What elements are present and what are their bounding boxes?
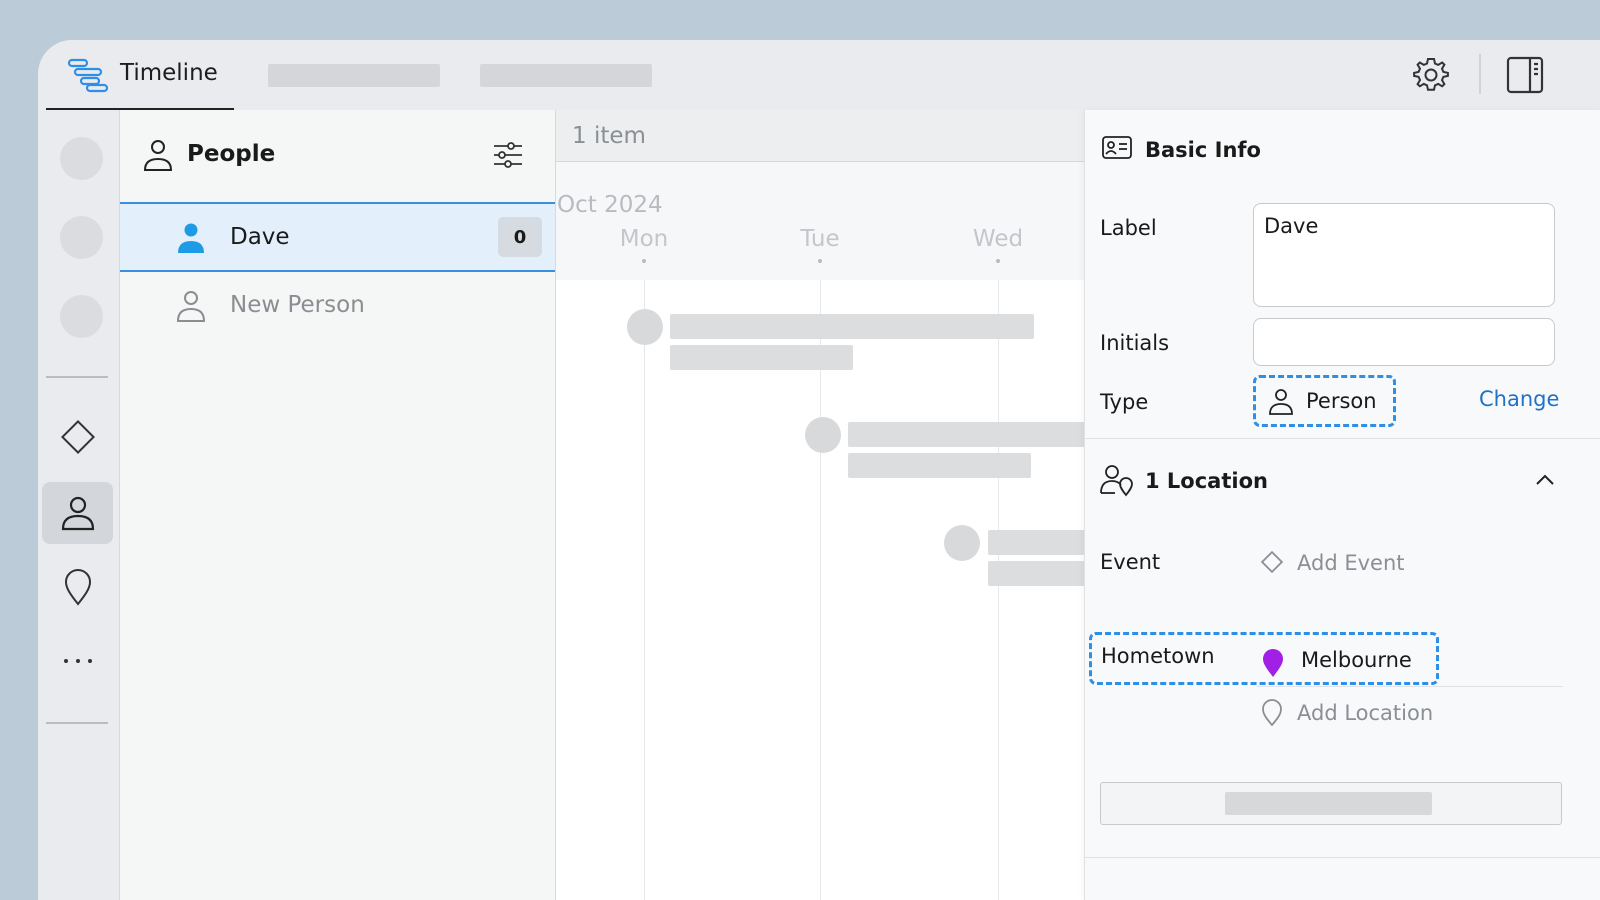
person-name: New Person — [230, 292, 365, 318]
section-divider — [1085, 857, 1600, 858]
person-location-icon — [1100, 465, 1133, 497]
day-label-tue: Tue — [800, 226, 840, 252]
event-bar[interactable] — [848, 422, 1108, 447]
tab-placeholder-1[interactable] — [268, 64, 440, 87]
day-label-mon: Mon — [619, 226, 669, 252]
event-bar[interactable] — [670, 314, 1034, 339]
gear-icon[interactable] — [1410, 54, 1452, 96]
day-gridline — [644, 280, 645, 900]
section-divider — [1085, 438, 1600, 439]
location-pin-icon — [1262, 699, 1282, 726]
day-tick — [818, 259, 822, 263]
action-button[interactable] — [1100, 782, 1562, 825]
person-icon — [61, 496, 94, 531]
location-pin-icon — [64, 569, 91, 606]
more-icon — [63, 659, 92, 663]
add-event-button[interactable]: Add Event — [1297, 551, 1405, 575]
day-tick — [642, 259, 646, 263]
person-name: Dave — [230, 224, 290, 250]
day-tick — [996, 259, 1000, 263]
person-filled-icon — [178, 223, 204, 253]
action-button-placeholder — [1225, 792, 1432, 815]
diamond-icon — [60, 420, 95, 454]
event-bar[interactable] — [670, 345, 853, 370]
list-item-new-person[interactable]: New Person — [120, 272, 555, 342]
tab-placeholder-2[interactable] — [480, 64, 652, 87]
event-dot[interactable] — [944, 525, 980, 561]
person-icon — [176, 291, 206, 322]
hometown-value: Melbourne — [1301, 648, 1412, 672]
people-title: People — [187, 141, 276, 167]
initials-field-label: Initials — [1100, 331, 1170, 355]
basic-info-title: Basic Info — [1145, 138, 1261, 162]
hometown-label: Hometown — [1101, 644, 1215, 668]
label-input[interactable]: Dave — [1253, 203, 1555, 307]
rail-placeholder-2[interactable] — [60, 216, 103, 259]
label-input-value: Dave — [1264, 214, 1319, 238]
type-value: Person — [1306, 389, 1377, 413]
type-value-chip[interactable]: Person — [1253, 375, 1396, 427]
event-field-label: Event — [1100, 550, 1161, 574]
tab-timeline[interactable]: Timeline — [46, 40, 234, 110]
locations-section-title: 1 Location — [1145, 469, 1268, 493]
rail-placeholder-1[interactable] — [60, 137, 103, 180]
rail-divider — [46, 376, 108, 378]
people-panel: People Dave 0 New Person — [120, 110, 556, 900]
rail-locations-button[interactable] — [42, 556, 113, 618]
top-bar: Timeline — [38, 40, 1600, 110]
label-field-label: Label — [1100, 216, 1157, 240]
chevron-up-icon[interactable] — [1533, 468, 1557, 492]
hometown-row[interactable]: Hometown Melbourne — [1089, 632, 1439, 685]
rail-divider-2 — [46, 722, 108, 724]
people-header: People — [120, 110, 555, 202]
event-dot[interactable] — [805, 417, 841, 453]
add-location-button[interactable]: Add Location — [1297, 701, 1433, 725]
initials-input[interactable] — [1253, 318, 1555, 366]
change-type-link[interactable]: Change — [1479, 387, 1559, 411]
rail-more-button[interactable] — [42, 630, 113, 692]
day-label-wed: Wed — [972, 226, 1024, 252]
event-bar[interactable] — [848, 453, 1031, 478]
list-item-dave[interactable]: Dave 0 — [120, 202, 555, 272]
timeline-icon — [67, 58, 109, 93]
diamond-icon — [1260, 550, 1284, 574]
location-pin-filled-icon — [1263, 649, 1283, 677]
left-rail — [38, 110, 120, 900]
row-divider — [1257, 686, 1563, 687]
rail-events-button[interactable] — [42, 406, 113, 468]
topbar-divider — [1479, 54, 1481, 94]
type-field-label: Type — [1100, 390, 1149, 414]
inspector-panel: Basic Info Label Dave Initials Type Pers… — [1084, 110, 1600, 900]
month-label: Oct 2024 — [557, 192, 663, 218]
count-badge: 0 — [498, 217, 542, 257]
id-card-icon — [1102, 136, 1132, 159]
rail-people-button[interactable] — [42, 482, 113, 544]
person-icon — [143, 140, 173, 171]
rail-placeholder-3[interactable] — [60, 295, 103, 338]
event-dot[interactable] — [627, 309, 663, 345]
person-icon — [1269, 389, 1293, 415]
tab-timeline-label: Timeline — [120, 60, 218, 86]
day-gridline — [998, 280, 999, 900]
item-count: 1 item — [572, 123, 646, 149]
sidebar-toggle-icon[interactable] — [1504, 54, 1546, 96]
day-gridline — [820, 280, 821, 900]
filter-icon[interactable] — [491, 138, 525, 172]
